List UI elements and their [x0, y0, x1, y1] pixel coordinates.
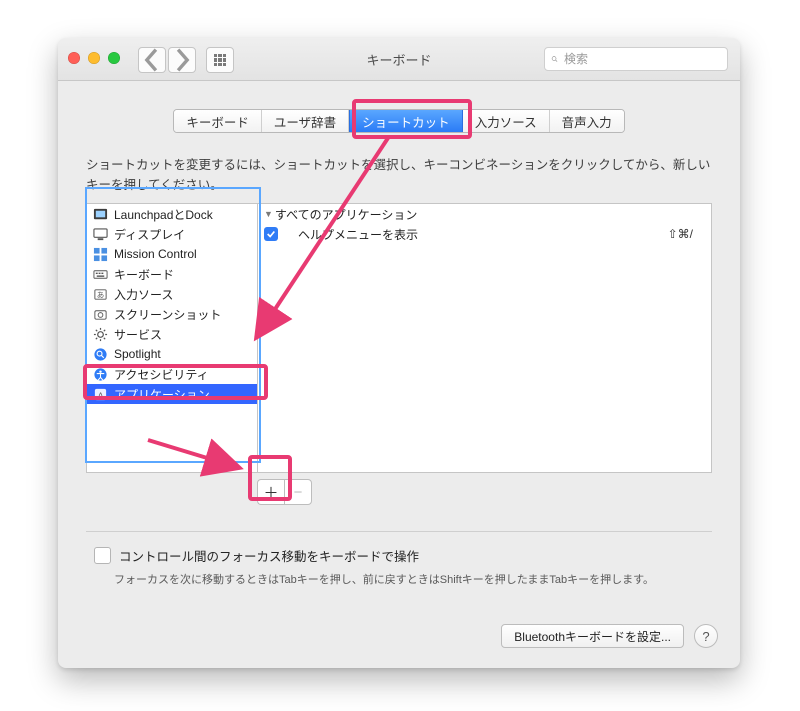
category-label: スクリーンショット: [114, 306, 221, 323]
bottom-row: Bluetoothキーボードを設定... ?: [501, 624, 718, 648]
tab-user-dictionary[interactable]: ユーザ辞書: [262, 110, 349, 132]
shortcut-checkbox[interactable]: [264, 227, 278, 241]
category-label: Spotlight: [114, 347, 161, 361]
svg-text:あ: あ: [97, 290, 105, 299]
category-label: Mission Control: [114, 247, 197, 261]
category-launchpad-dock[interactable]: LaunchpadとDock: [87, 204, 257, 224]
screenshot-icon: [93, 307, 108, 322]
shortcut-group-row[interactable]: ▼ すべてのアプリケーション: [258, 204, 711, 224]
help-button[interactable]: ?: [694, 624, 718, 648]
category-list[interactable]: LaunchpadとDock ディスプレイ Mission Control キー…: [86, 203, 258, 473]
tab-input-sources[interactable]: 入力ソース: [463, 110, 550, 132]
bluetooth-keyboard-button[interactable]: Bluetoothキーボードを設定...: [501, 624, 684, 648]
tab-dictation[interactable]: 音声入力: [550, 110, 624, 132]
instructions-text: ショートカットを変更するには、ショートカットを選択し、キーコンビネーションをクリ…: [86, 155, 712, 195]
shortcut-item-label: ヘルプメニューを表示: [298, 226, 418, 243]
category-display[interactable]: ディスプレイ: [87, 224, 257, 244]
keyboard-icon: [93, 267, 108, 282]
shortcut-item-row[interactable]: ヘルプメニューを表示 ⇧⌘/: [258, 224, 711, 244]
shortcut-group-label: すべてのアプリケーション: [275, 206, 417, 223]
toolbar-nav: [138, 47, 234, 73]
category-applications[interactable]: A アプリケーション: [87, 384, 257, 404]
category-label: キーボード: [114, 266, 174, 283]
divider: [86, 531, 712, 532]
window-controls: [68, 52, 120, 64]
app-icon: A: [93, 387, 108, 402]
keyboard-focus-checkbox[interactable]: [94, 547, 111, 564]
show-all-button[interactable]: [206, 47, 234, 73]
close-window-button[interactable]: [68, 52, 80, 64]
category-services[interactable]: サービス: [87, 324, 257, 344]
tab-row: キーボード ユーザ辞書 ショートカット 入力ソース 音声入力: [58, 109, 740, 133]
mission-control-icon: [93, 247, 108, 262]
category-label: LaunchpadとDock: [114, 206, 213, 223]
category-spotlight[interactable]: Spotlight: [87, 344, 257, 364]
chevron-right-icon: [169, 47, 195, 73]
forward-button[interactable]: [168, 47, 196, 73]
keyboard-focus-row: コントロール間のフォーカス移動をキーボードで操作: [94, 546, 712, 565]
add-remove-buttons: ＋ −: [257, 479, 740, 505]
shortcut-keys[interactable]: ⇧⌘/: [668, 227, 693, 241]
display-icon: [93, 227, 108, 242]
svg-text:A: A: [98, 390, 104, 400]
search-input[interactable]: [562, 51, 721, 67]
category-accessibility[interactable]: アクセシビリティ: [87, 364, 257, 384]
tab-segmented-control: キーボード ユーザ辞書 ショートカット 入力ソース 音声入力: [173, 109, 624, 133]
gear-icon: [93, 327, 108, 342]
check-icon: [266, 229, 276, 239]
search-field[interactable]: [544, 47, 728, 71]
add-shortcut-button[interactable]: ＋: [257, 479, 284, 505]
remove-shortcut-button[interactable]: −: [284, 479, 312, 505]
category-label: ディスプレイ: [114, 226, 185, 243]
category-label: アクセシビリティ: [114, 366, 209, 383]
chevron-left-icon: [139, 47, 165, 73]
grid-icon: [214, 54, 226, 66]
tab-keyboard[interactable]: キーボード: [174, 110, 262, 132]
keyboard-focus-label: コントロール間のフォーカス移動をキーボードで操作: [119, 546, 419, 565]
shortcut-list[interactable]: ▼ すべてのアプリケーション ヘルプメニューを表示 ⇧⌘/: [258, 203, 712, 473]
category-label: 入力ソース: [114, 286, 173, 303]
minimize-window-button[interactable]: [88, 52, 100, 64]
category-mission-control[interactable]: Mission Control: [87, 244, 257, 264]
zoom-window-button[interactable]: [108, 52, 120, 64]
keyboard-focus-note: フォーカスを次に移動するときはTabキーを押し、前に戻すときはShiftキーを押…: [114, 571, 712, 587]
spotlight-icon: [93, 347, 108, 362]
category-input-sources[interactable]: あ 入力ソース: [87, 284, 257, 304]
back-button[interactable]: [138, 47, 166, 73]
category-screenshot[interactable]: スクリーンショット: [87, 304, 257, 324]
disclosure-triangle-icon[interactable]: ▼: [264, 209, 273, 219]
launchpad-icon: [93, 207, 108, 222]
input-source-icon: あ: [93, 287, 108, 302]
category-label: アプリケーション: [114, 386, 210, 403]
search-icon: [551, 53, 558, 65]
titlebar: キーボード: [58, 38, 740, 81]
tab-shortcuts[interactable]: ショートカット: [349, 110, 463, 132]
shortcut-panes: LaunchpadとDock ディスプレイ Mission Control キー…: [86, 203, 712, 473]
accessibility-icon: [93, 367, 108, 382]
category-keyboard[interactable]: キーボード: [87, 264, 257, 284]
category-label: サービス: [114, 326, 162, 343]
preferences-window: キーボード キーボード ユーザ辞書 ショートカット 入力ソース 音声入力 ショー…: [58, 38, 740, 668]
